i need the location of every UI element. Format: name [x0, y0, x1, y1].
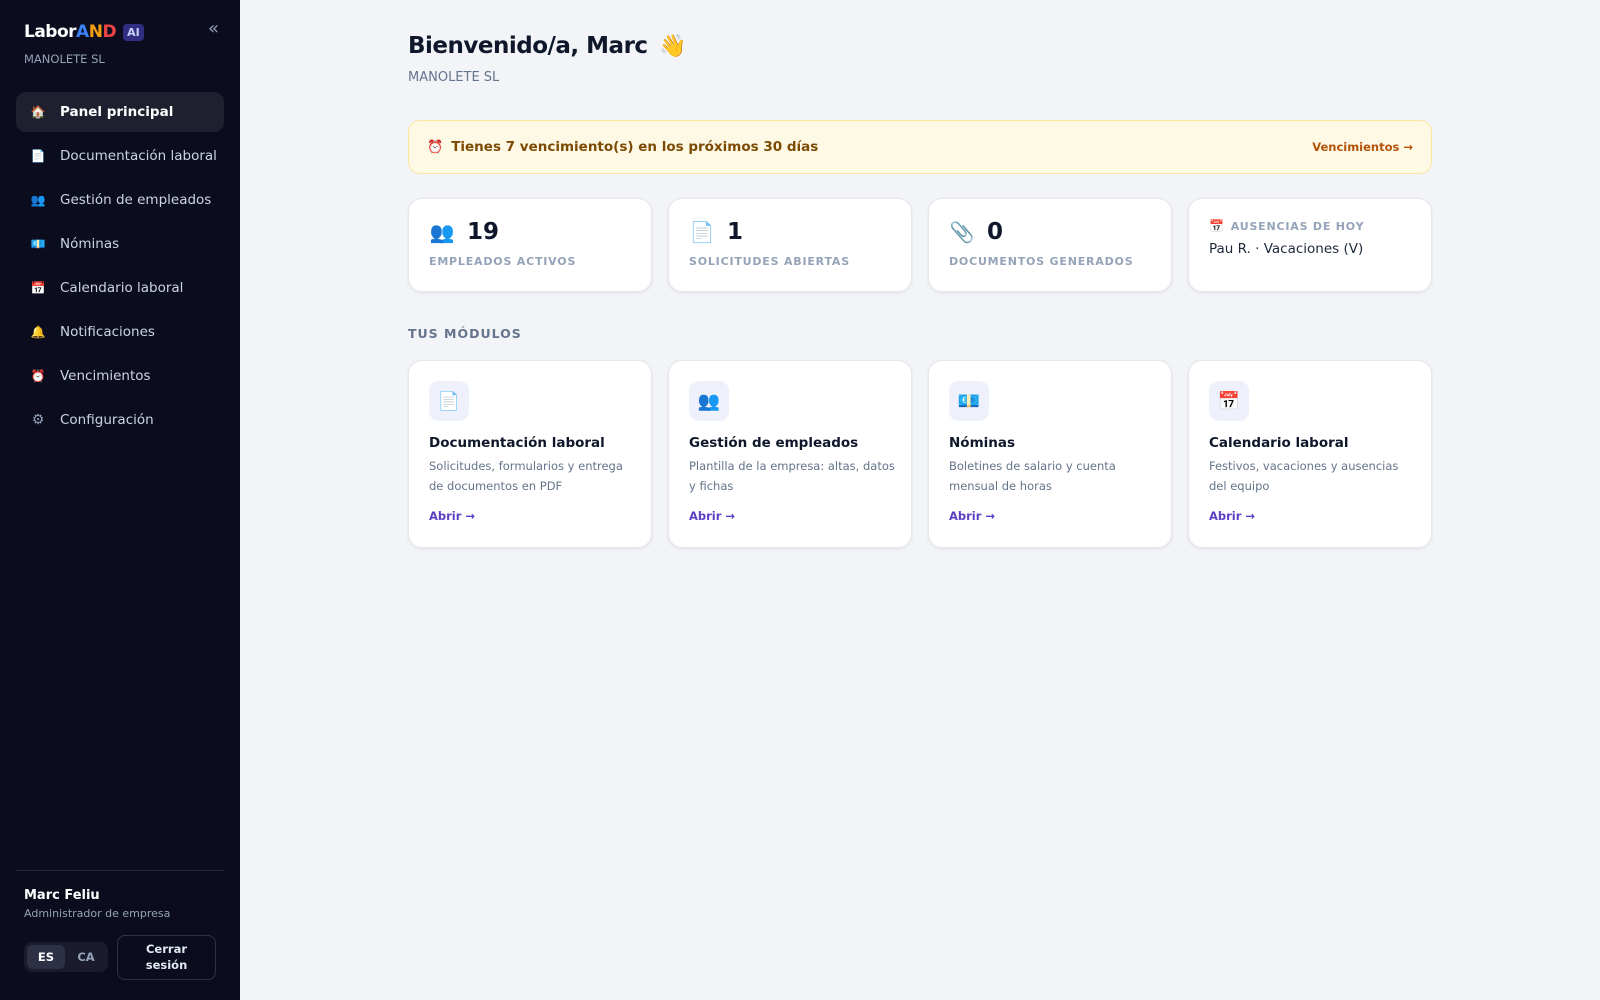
module-description: Solicitudes, formularios y entrega de do…	[429, 459, 623, 493]
modules-section-title: TUS MÓDULOS	[408, 326, 522, 341]
sidebar-item-gestion-empleados[interactable]: 👥 Gestión de empleados	[16, 180, 224, 220]
absences-title: AUSENCIAS DE HOY	[1230, 219, 1365, 233]
language-es-button[interactable]: ES	[27, 945, 65, 969]
document-icon: 📄	[689, 220, 715, 244]
money-icon: 💶	[30, 237, 46, 251]
module-description: Boletines de salario y cuenta mensual de…	[949, 459, 1116, 493]
calendar-icon: 📅	[1209, 381, 1249, 421]
sidebar-item-notificaciones[interactable]: 🔔 Notificaciones	[16, 312, 224, 352]
module-open-link[interactable]: Abrir →	[949, 509, 995, 523]
people-icon: 👥	[429, 220, 455, 244]
stat-card-solicitudes: 📄 1 SOLICITUDES ABIERTAS	[668, 198, 912, 292]
absence-entry: Pau R. · Vacaciones (V)	[1209, 241, 1364, 257]
house-icon: 🏠	[30, 105, 46, 119]
module-card-empleados[interactable]: 👥 Gestión de empleados Plantilla de la e…	[668, 360, 912, 548]
gear-icon: ⚙	[31, 412, 45, 428]
calendar-icon: 📅	[30, 281, 46, 295]
sidebar-item-vencimientos[interactable]: ⏰ Vencimientos	[16, 356, 224, 396]
paperclip-icon: 📎	[949, 220, 975, 244]
page-title-text: Bienvenido/a, Marc	[408, 33, 648, 59]
stat-card-ausencias: 📅 AUSENCIAS DE HOY Pau R. · Vacaciones (…	[1188, 198, 1432, 292]
stat-label: DOCUMENTOS GENERADOS	[949, 255, 1134, 268]
sidebar: LaborAND AI MANOLETE SL « 🏠 Panel princi…	[0, 0, 240, 1000]
user-name: Marc Feliu	[24, 888, 100, 903]
sidebar-company-name: MANOLETE SL	[24, 52, 105, 66]
waving-hand-icon: 👋	[659, 34, 686, 59]
language-switcher: ES CA	[24, 942, 108, 972]
collapse-sidebar-icon[interactable]: «	[208, 18, 219, 39]
document-icon: 📄	[30, 149, 46, 163]
stat-card-empleados: 👥 19 EMPLEADOS ACTIVOS	[408, 198, 652, 292]
stat-card-documentos: 📎 0 DOCUMENTOS GENERADOS	[928, 198, 1172, 292]
company-name: MANOLETE SL	[408, 70, 500, 85]
user-role: Administrador de empresa	[24, 907, 171, 920]
stat-label: SOLICITUDES ABIERTAS	[689, 255, 850, 268]
logo-letter-n: N	[88, 22, 103, 42]
sidebar-nav: 🏠 Panel principal 📄 Documentación labora…	[16, 92, 224, 444]
module-card-calendario[interactable]: 📅 Calendario laboral Festivos, vacacione…	[1188, 360, 1432, 548]
logo-letter-a: A	[76, 22, 89, 42]
money-icon: 💶	[949, 381, 989, 421]
people-icon: 👥	[30, 193, 46, 207]
module-description: Festivos, vacaciones y ausencias del equ…	[1209, 459, 1399, 493]
sidebar-item-calendario-laboral[interactable]: 📅 Calendario laboral	[16, 268, 224, 308]
people-icon: 👥	[689, 381, 729, 421]
sidebar-item-label: Calendario laboral	[60, 280, 184, 296]
sidebar-item-label: Configuración	[60, 412, 154, 428]
alarm-clock-icon: ⏰	[427, 139, 444, 155]
sidebar-item-label: Documentación laboral	[60, 148, 217, 164]
stat-value: 1	[727, 219, 744, 245]
logo-letter-d: D	[102, 22, 117, 42]
module-title: Gestión de empleados	[689, 435, 859, 451]
sidebar-item-label: Gestión de empleados	[60, 192, 212, 208]
app-logo[interactable]: LaborAND AI	[24, 22, 144, 42]
module-open-link[interactable]: Abrir →	[1209, 509, 1255, 523]
module-card-documentacion[interactable]: 📄 Documentación laboral Solicitudes, for…	[408, 360, 652, 548]
sidebar-item-label: Vencimientos	[60, 368, 151, 384]
calendar-icon: 📅	[1209, 219, 1225, 233]
vencimientos-link[interactable]: Vencimientos →	[1312, 140, 1413, 154]
sidebar-item-nominas[interactable]: 💶 Nóminas	[16, 224, 224, 264]
alarm-clock-icon: ⏰	[30, 369, 46, 383]
module-description: Plantilla de la empresa: altas, datos y …	[689, 459, 895, 493]
sidebar-item-label: Nóminas	[60, 236, 120, 252]
language-ca-button[interactable]: CA	[67, 945, 105, 969]
stat-label: EMPLEADOS ACTIVOS	[429, 255, 577, 268]
sidebar-item-label: Notificaciones	[60, 324, 155, 340]
module-title: Nóminas	[949, 435, 1016, 451]
sidebar-item-panel-principal[interactable]: 🏠 Panel principal	[16, 92, 224, 132]
module-title: Documentación laboral	[429, 435, 605, 451]
sidebar-item-label: Panel principal	[60, 104, 174, 120]
module-card-nominas[interactable]: 💶 Nóminas Boletines de salario y cuenta …	[928, 360, 1172, 548]
stat-value: 0	[987, 219, 1004, 245]
sidebar-divider	[16, 870, 224, 871]
module-open-link[interactable]: Abrir →	[689, 509, 735, 523]
logout-button[interactable]: Cerrar sesión	[117, 935, 216, 980]
ai-badge: AI	[123, 23, 144, 41]
bell-icon: 🔔	[30, 325, 46, 339]
page-title: Bienvenido/a, Marc 👋	[408, 33, 686, 59]
deadline-alert-banner: ⏰ Tienes 7 vencimiento(s) en los próximo…	[408, 120, 1432, 174]
stat-value: 19	[467, 219, 500, 245]
alert-text: Tienes 7 vencimiento(s) en los próximos …	[451, 139, 819, 155]
logo-text-labor: Labor	[24, 22, 77, 42]
module-title: Calendario laboral	[1209, 435, 1349, 451]
module-open-link[interactable]: Abrir →	[429, 509, 475, 523]
document-icon: 📄	[429, 381, 469, 421]
sidebar-item-configuracion[interactable]: ⚙ Configuración	[16, 400, 224, 440]
sidebar-item-documentacion-laboral[interactable]: 📄 Documentación laboral	[16, 136, 224, 176]
